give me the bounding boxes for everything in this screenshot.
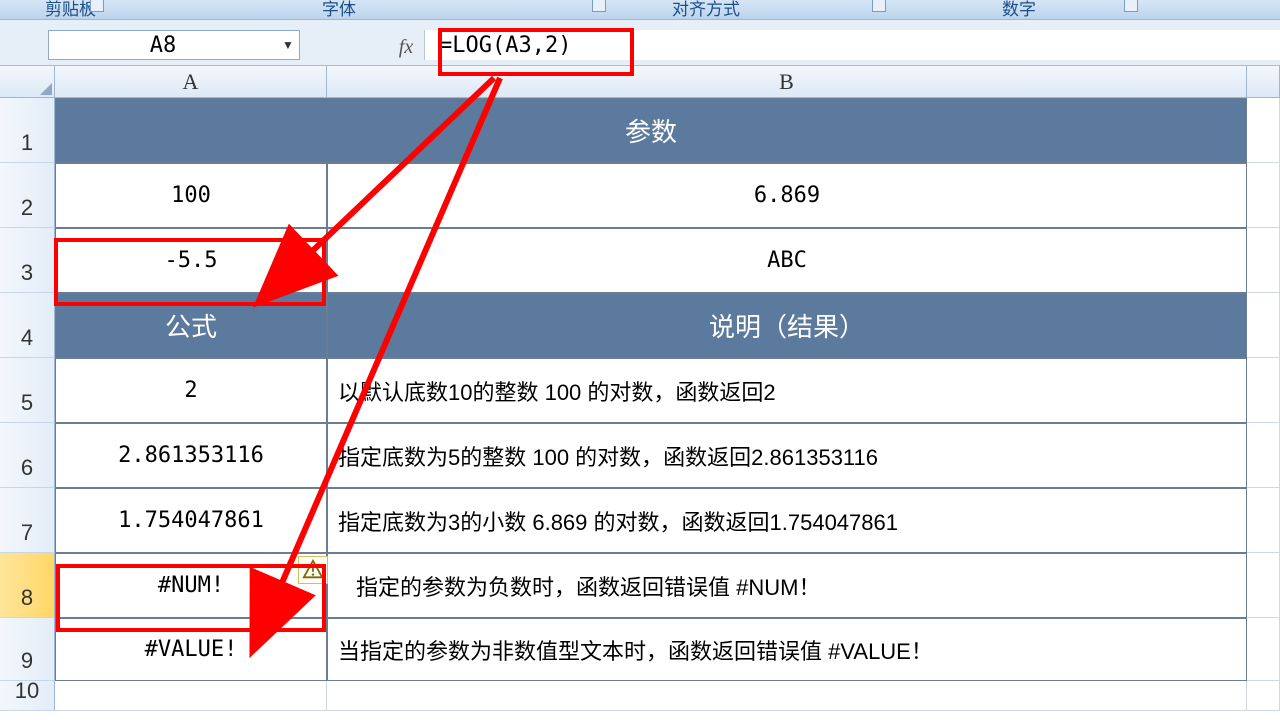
cell-c1[interactable] — [1247, 98, 1280, 163]
formula-input[interactable]: =LOG(A3,2) — [424, 30, 1280, 60]
cell-c6[interactable] — [1247, 423, 1280, 488]
dialog-launcher-icon[interactable] — [1124, 0, 1138, 12]
dialog-launcher-icon[interactable] — [872, 0, 886, 12]
column-header-c[interactable] — [1247, 66, 1280, 97]
fx-icon[interactable]: fx — [388, 30, 424, 65]
spreadsheet-grid: A B 1 2 3 4 5 6 7 8 9 10 参数 100 6.869 — [0, 66, 1280, 711]
cell-a10[interactable] — [55, 681, 327, 711]
cell-a8[interactable]: #NUM! — [55, 553, 327, 618]
cell-c9[interactable] — [1247, 618, 1280, 681]
ribbon-group-number: 数字 — [1002, 0, 1036, 20]
cell-a5[interactable]: 2 — [55, 358, 327, 423]
cells-area: 参数 100 6.869 -5.5 ABC 公式 说明（结果） 2 以默认底数1 — [55, 98, 1280, 711]
cell-c8[interactable] — [1247, 553, 1280, 618]
cell-a1-merged[interactable]: 参数 — [55, 98, 1247, 163]
row-header-1[interactable]: 1 — [0, 98, 55, 163]
dialog-launcher-icon[interactable] — [592, 0, 606, 12]
column-headers: A B — [0, 66, 1280, 98]
row-headers: 1 2 3 4 5 6 7 8 9 10 — [0, 98, 55, 711]
formula-text: =LOG(A3,2) — [439, 33, 571, 58]
cell-a6[interactable]: 2.861353116 — [55, 423, 327, 488]
chevron-down-icon[interactable]: ▼ — [277, 38, 299, 52]
cell-b9[interactable]: 当指定的参数为非数值型文本时，函数返回错误值 #VALUE！ — [327, 618, 1247, 681]
row-header-2[interactable]: 2 — [0, 163, 55, 228]
cell-b6[interactable]: 指定底数为5的整数 100 的对数，函数返回2.861353116 — [327, 423, 1247, 488]
row-header-4[interactable]: 4 — [0, 293, 55, 358]
cell-a4[interactable]: 公式 — [55, 293, 327, 358]
cell-b5[interactable]: 以默认底数10的整数 100 的对数，函数返回2 — [327, 358, 1247, 423]
row-header-6[interactable]: 6 — [0, 423, 55, 488]
row-header-8[interactable]: 8 — [0, 553, 55, 618]
cell-b7[interactable]: 指定底数为3的小数 6.869 的对数，函数返回1.754047861 — [327, 488, 1247, 553]
cell-c4[interactable] — [1247, 293, 1280, 358]
formula-bar: A8 ▼ fx =LOG(A3,2) — [0, 20, 1280, 66]
row-header-3[interactable]: 3 — [0, 228, 55, 293]
column-header-b[interactable]: B — [327, 66, 1247, 97]
name-box[interactable]: A8 ▼ — [48, 30, 300, 60]
row-header-7[interactable]: 7 — [0, 488, 55, 553]
cell-b4[interactable]: 说明（结果） — [327, 293, 1247, 358]
ribbon-group-font: 字体 — [322, 0, 356, 20]
dialog-launcher-icon[interactable] — [90, 0, 104, 12]
cell-b3[interactable]: ABC — [327, 228, 1247, 293]
row-header-10[interactable]: 10 — [0, 681, 55, 711]
column-header-a[interactable]: A — [55, 66, 327, 97]
name-box-value: A8 — [49, 33, 277, 58]
cell-a9[interactable]: #VALUE! — [55, 618, 327, 681]
ribbon-group-alignment: 对齐方式 — [672, 0, 740, 20]
row-header-5[interactable]: 5 — [0, 358, 55, 423]
cell-b10[interactable] — [327, 681, 1247, 711]
cell-a2[interactable]: 100 — [55, 163, 327, 228]
row-header-9[interactable]: 9 — [0, 618, 55, 681]
ribbon-bottom-edge: 剪贴板 字体 对齐方式 数字 — [0, 0, 1280, 20]
cell-b8[interactable]: 指定的参数为负数时，函数返回错误值 #NUM！ — [327, 553, 1247, 618]
select-all-button[interactable] — [0, 66, 55, 97]
cell-b8-text: 指定的参数为负数时，函数返回错误值 #NUM！ — [356, 570, 820, 602]
cell-a3[interactable]: -5.5 — [55, 228, 327, 293]
cell-c10[interactable] — [1247, 681, 1280, 711]
cell-c3[interactable] — [1247, 228, 1280, 293]
cell-a7[interactable]: 1.754047861 — [55, 488, 327, 553]
ribbon-group-clipboard: 剪贴板 — [45, 0, 96, 20]
cell-c2[interactable] — [1247, 163, 1280, 228]
error-smart-tag[interactable] — [298, 556, 328, 584]
cell-c5[interactable] — [1247, 358, 1280, 423]
cell-c7[interactable] — [1247, 488, 1280, 553]
warning-icon — [302, 559, 324, 581]
cell-b2[interactable]: 6.869 — [327, 163, 1247, 228]
